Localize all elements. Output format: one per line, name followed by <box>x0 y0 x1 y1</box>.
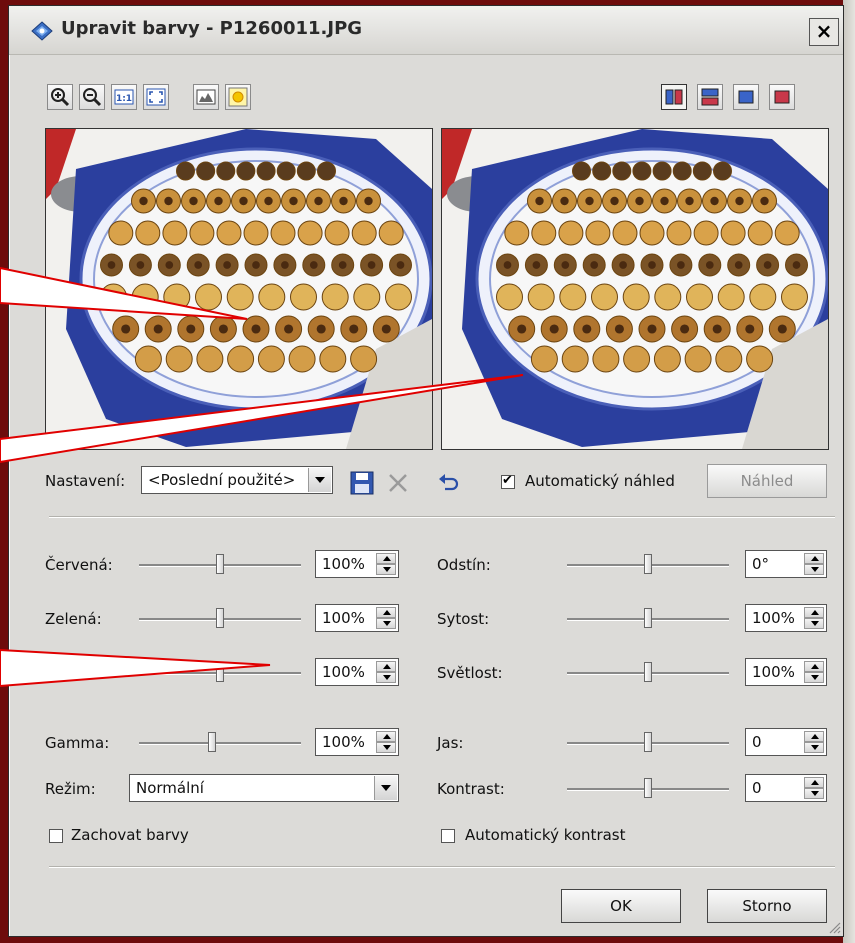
callout-annotations <box>0 266 524 688</box>
callout-pointer-original <box>0 266 248 320</box>
callout-pointer-result <box>0 374 524 464</box>
callout-pointer-sliders <box>0 648 271 688</box>
